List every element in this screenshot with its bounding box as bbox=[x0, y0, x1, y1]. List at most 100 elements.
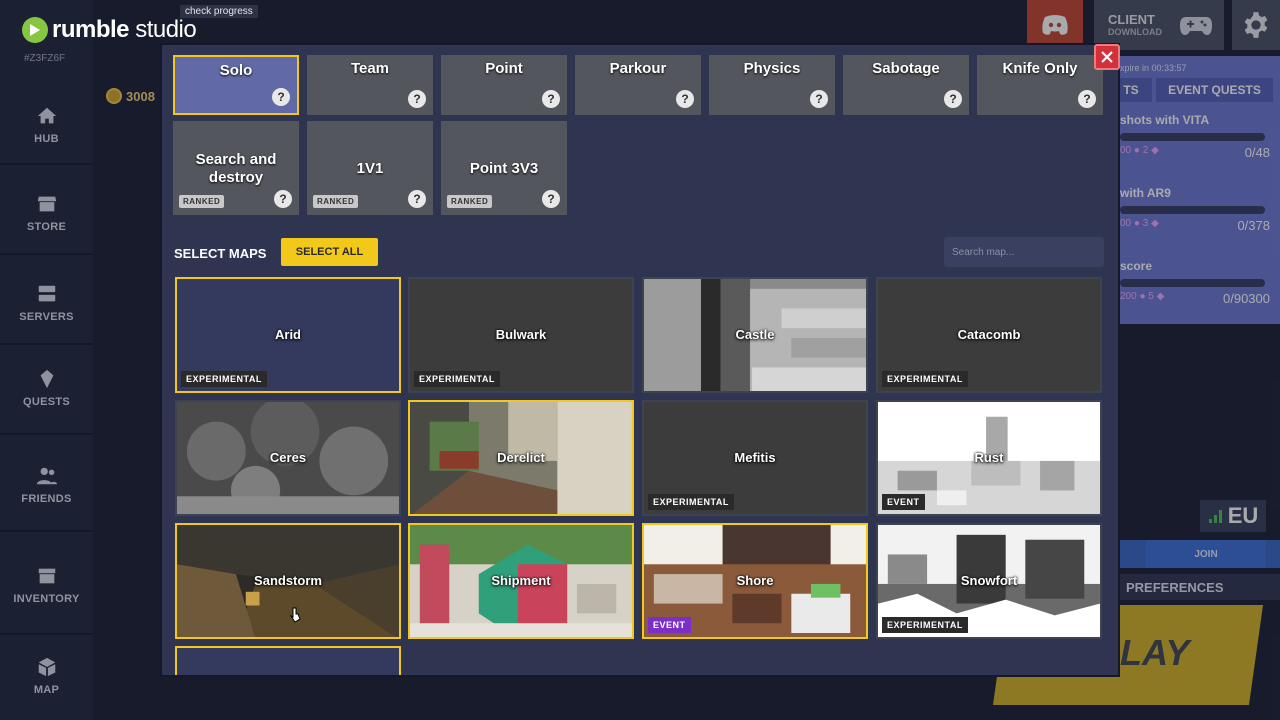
help-icon[interactable]: ? bbox=[542, 90, 560, 108]
sidebar-item-servers[interactable]: SERVERS bbox=[0, 283, 93, 323]
mode-card-1v1[interactable]: 1V1 RANKED ? bbox=[307, 121, 433, 215]
sidebar-item-hub[interactable]: HUB bbox=[0, 105, 93, 145]
event-badge: EVENT bbox=[882, 494, 925, 510]
logo-suffix: studio bbox=[135, 16, 197, 43]
map-name: Arid bbox=[275, 327, 301, 342]
help-icon[interactable]: ? bbox=[944, 90, 962, 108]
ranked-badge: RANKED bbox=[447, 195, 493, 208]
map-card-shore[interactable]: Shore EVENT bbox=[642, 523, 868, 639]
logo-brand: rumble bbox=[52, 16, 130, 43]
quest-rewards: 00 ● 3 ◆ bbox=[1120, 218, 1159, 229]
mode-map-select-modal: Solo ? Team ? Point ? Parkour ? Physics … bbox=[160, 43, 1120, 677]
sidebar-item-label: MAP bbox=[33, 684, 60, 696]
map-name: Catacomb bbox=[957, 327, 1021, 342]
map-name: Castle bbox=[735, 327, 775, 342]
sidebar-item-store[interactable]: STORE bbox=[0, 193, 93, 233]
map-card-derelict[interactable]: Derelict bbox=[408, 400, 634, 516]
quest-rewards: 00 ● 2 ◆ bbox=[1120, 145, 1159, 156]
map-card-catacomb[interactable]: Catacomb EXPERIMENTAL bbox=[876, 277, 1102, 393]
mode-card-point[interactable]: Point ? bbox=[441, 55, 567, 115]
mode-name: Point 3V3 bbox=[469, 160, 539, 177]
play-logo-icon bbox=[22, 17, 48, 43]
map-card-partial[interactable] bbox=[175, 646, 401, 675]
sidebar-item-quests[interactable]: QUESTS bbox=[0, 368, 93, 408]
mode-card-solo[interactable]: Solo ? bbox=[173, 55, 299, 115]
help-icon[interactable]: ? bbox=[1078, 90, 1096, 108]
mouse-cursor-icon bbox=[290, 607, 301, 623]
sidebar-item-map[interactable]: MAP bbox=[0, 656, 93, 696]
event-badge: EVENT bbox=[648, 617, 691, 633]
map-card-snowfort[interactable]: Snowfort EXPERIMENTAL bbox=[876, 523, 1102, 639]
sidebar-divider bbox=[0, 433, 93, 435]
coin-icon bbox=[106, 88, 122, 104]
sidebar-item-label: SERVERS bbox=[19, 311, 74, 323]
map-card-sandstorm[interactable]: Sandstorm bbox=[175, 523, 401, 639]
quest-progress-bar bbox=[1120, 133, 1265, 141]
help-icon[interactable]: ? bbox=[272, 88, 290, 106]
gamepad-icon bbox=[1180, 17, 1212, 35]
mode-card-point-3v3[interactable]: Point 3V3 RANKED ? bbox=[441, 121, 567, 215]
map-card-rust[interactable]: Rust EVENT bbox=[876, 400, 1102, 516]
region-label: EU bbox=[1227, 503, 1259, 528]
close-button[interactable] bbox=[1094, 44, 1120, 70]
experimental-badge: EXPERIMENTAL bbox=[648, 494, 734, 510]
mode-card-search-and-destroy[interactable]: Search and destroy RANKED ? bbox=[173, 121, 299, 215]
mode-name: Physics bbox=[743, 60, 801, 77]
settings-button[interactable] bbox=[1232, 0, 1280, 50]
coin-balance: 3008 bbox=[106, 88, 155, 104]
map-card-castle[interactable]: Castle bbox=[642, 277, 868, 393]
user-id: #Z3FZ6F bbox=[24, 53, 66, 64]
map-card-ceres[interactable]: Ceres bbox=[175, 400, 401, 516]
mode-name: Point bbox=[485, 60, 523, 77]
map-card-bulwark[interactable]: Bulwark EXPERIMENTAL bbox=[408, 277, 634, 393]
discord-icon bbox=[1042, 15, 1068, 35]
sidebar-divider bbox=[0, 253, 93, 255]
check-progress-tooltip[interactable]: check progress bbox=[180, 5, 258, 18]
help-icon[interactable]: ? bbox=[408, 90, 426, 108]
map-name: Shore bbox=[736, 573, 774, 588]
mode-name: Parkour bbox=[609, 60, 667, 77]
mode-card-parkour[interactable]: Parkour ? bbox=[575, 55, 701, 115]
friends-icon bbox=[36, 467, 57, 485]
help-icon[interactable]: ? bbox=[676, 90, 694, 108]
select-all-button[interactable]: SELECT ALL bbox=[281, 238, 378, 266]
mode-card-physics[interactable]: Physics ? bbox=[709, 55, 835, 115]
sidebar-item-friends[interactable]: FRIENDS bbox=[0, 465, 93, 505]
help-icon[interactable]: ? bbox=[408, 190, 426, 208]
mode-card-knife-only[interactable]: Knife Only ? bbox=[977, 55, 1103, 115]
tab-event-quests[interactable]: EVENT QUESTS bbox=[1156, 78, 1273, 102]
quest-item: score 200 ● 5 ◆ 0/90300 bbox=[1120, 259, 1270, 306]
experimental-badge: EXPERIMENTAL bbox=[882, 371, 968, 387]
coin-amount: 3008 bbox=[126, 88, 155, 104]
quest-name: with AR9 bbox=[1120, 186, 1171, 200]
map-card-arid[interactable]: Arid EXPERIMENTAL bbox=[175, 277, 401, 393]
gear-icon bbox=[1244, 12, 1268, 38]
map-name: Ceres bbox=[269, 450, 307, 465]
map-name: Sandstorm bbox=[254, 573, 322, 588]
help-icon[interactable]: ? bbox=[542, 190, 560, 208]
sidebar-item-inventory[interactable]: INVENTORY bbox=[0, 565, 93, 605]
map-card-shipment[interactable]: Shipment bbox=[408, 523, 634, 639]
ranked-badge: RANKED bbox=[179, 195, 225, 208]
map-name: Derelict bbox=[497, 450, 545, 465]
ranked-badge: RANKED bbox=[313, 195, 359, 208]
join-button[interactable]: JOIN bbox=[1146, 540, 1266, 568]
help-icon[interactable]: ? bbox=[274, 190, 292, 208]
sidebar-divider bbox=[0, 163, 93, 165]
close-icon bbox=[1101, 51, 1113, 63]
quest-progress: 0/378 bbox=[1237, 218, 1270, 233]
mode-name: 1V1 bbox=[356, 160, 384, 177]
mode-card-team[interactable]: Team ? bbox=[307, 55, 433, 115]
sidebar-item-label: QUESTS bbox=[22, 396, 71, 408]
home-icon bbox=[37, 107, 56, 124]
sidebar-item-label: FRIENDS bbox=[21, 493, 72, 505]
region-selector[interactable]: EU bbox=[1200, 500, 1266, 532]
mode-card-sabotage[interactable]: Sabotage ? bbox=[843, 55, 969, 115]
quest-progress-bar bbox=[1120, 279, 1265, 287]
preferences-button[interactable]: PREFERENCES bbox=[1120, 574, 1280, 600]
rumble-studio-logo: rumble studio bbox=[22, 16, 197, 44]
map-card-mefitis[interactable]: Mefitis EXPERIMENTAL bbox=[642, 400, 868, 516]
quest-progress: 0/90300 bbox=[1223, 291, 1270, 306]
help-icon[interactable]: ? bbox=[810, 90, 828, 108]
search-map-input[interactable] bbox=[944, 237, 1104, 267]
